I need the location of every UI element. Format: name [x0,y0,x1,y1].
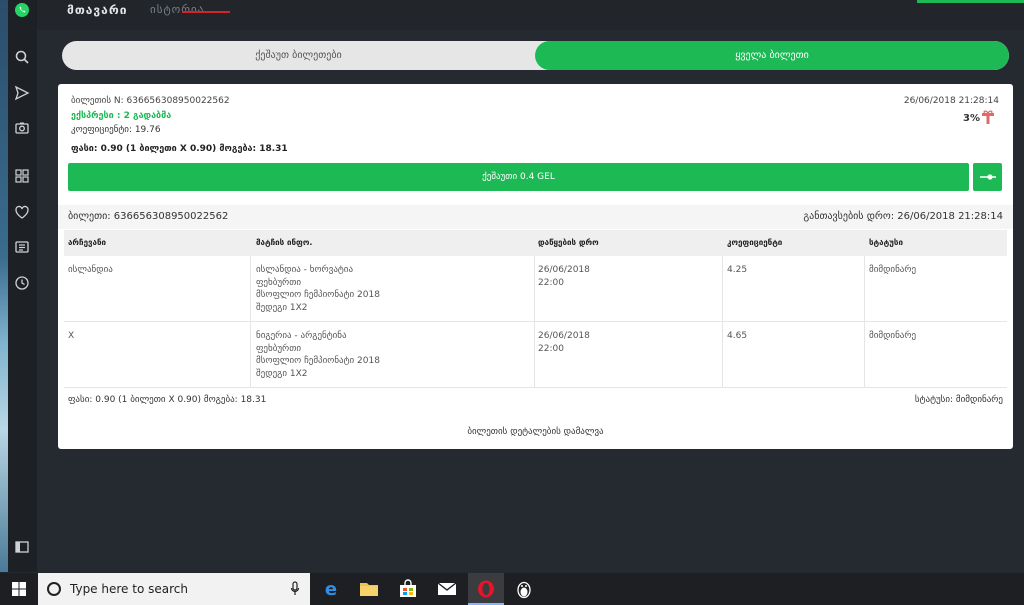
store-icon[interactable] [396,577,420,601]
hide-details-link[interactable]: ბილეთის დეტალების დამალვა [58,427,1013,437]
tab-history-underline [182,11,230,13]
match-tournament: მსოფლიო ჩემპიონატი 2018 [256,356,380,366]
start-hour: 22:00 [538,343,564,354]
match-sport: ფეხბურთი [256,343,302,354]
details-ticket-id: ბილეთი: 636656308950022562 [68,211,229,222]
cortana-icon [47,582,61,596]
camera-icon[interactable] [13,119,31,137]
all-tickets-tab[interactable]: ყველა ბილეთი [535,41,1009,70]
match-sport: ფეხბურთი [256,277,302,288]
price-line: ფასი: 0.90 (1 ბილეთი X 0.90) მოგება: 18.… [71,144,288,154]
tab-history[interactable]: ისტორია [150,3,204,16]
header-accent-line [917,0,1024,3]
ticket-details-header: ბილეთი: 636656308950022562 განთავსების დ… [58,205,1013,229]
column-divider [722,256,723,322]
whatsapp-icon[interactable] [13,1,31,19]
slider-icon [979,174,996,180]
table-row: ისლანდია ისლანდია - ხორვატია ფეხბურთი მს… [64,256,1007,322]
ticket-number: ბილეთის N: 636656308950022562 [71,96,230,106]
column-divider [864,322,865,388]
column-header: კოეფიციენტი [727,238,783,247]
start-date: 26/06/2018 [538,265,590,275]
coefficient-label: კოეფიციენტი: 19.76 [71,125,161,135]
edge-icon[interactable]: e [319,577,343,601]
table-row: X ნიგერია - არგენტინა ფეხბურთი მსოფლიო ჩ… [64,322,1007,388]
taskbar: Type here to search e [0,573,1024,605]
column-divider [534,256,535,322]
status-cell: მიმდინარე [869,331,917,341]
mail-icon[interactable] [435,577,459,601]
column-divider [722,322,723,388]
start-button[interactable] [0,573,38,605]
choice-cell: X [68,331,75,341]
match-info-cell: ნიგერია - არგენტინა ფეხბურთი მსოფლიო ჩემ… [256,330,380,380]
search-icon[interactable] [13,48,31,66]
gift-icon [982,110,994,124]
coefficient-cell: 4.65 [727,331,748,341]
desktop-wallpaper-strip [0,0,8,572]
start-time-cell: 26/06/2018 22:00 [538,264,590,289]
svg-text:e: e [325,579,337,599]
file-explorer-icon[interactable] [357,577,381,601]
history-icon[interactable] [13,274,31,292]
news-icon[interactable] [13,238,31,256]
start-hour: 22:00 [538,277,564,288]
browser-sidebar [8,0,37,572]
ticket-date: 26/06/2018 21:28:14 [903,96,999,106]
search-placeholder: Type here to search [70,582,188,596]
column-divider [864,256,865,322]
heart-icon[interactable] [13,203,31,221]
match-market: შედეგი 1X2 [256,368,308,379]
footer-price: ფასი: 0.90 (1 ბილეთი X 0.90) მოგება: 18.… [68,395,267,405]
status-cell: მიმდინარე [869,265,917,275]
app-header: მთავარი ისტორია [37,0,1024,30]
match-info-cell: ისლანდია - ხორვატია ფეხბურთი მსოფლიო ჩემ… [256,264,380,314]
start-date: 26/06/2018 [538,331,590,341]
column-header: მატჩის ინფო. [256,238,313,247]
cashout-button[interactable]: ქეშაუთი 0.4 GEL [68,163,969,191]
match-tournament: მსოფლიო ჩემპიონატი 2018 [256,290,380,300]
windows-icon [12,582,26,596]
footer-status: სტატუსი: მიმდინარე [914,395,1003,405]
match-market: შედეგი 1X2 [256,302,308,313]
opera-icon[interactable] [474,577,498,601]
cashout-slider-button[interactable] [973,163,1002,191]
bets-table: არჩევანი მატჩის ინფო. დაწყების დრო კოეფი… [64,230,1007,388]
column-divider [534,322,535,388]
column-divider [250,322,251,388]
column-divider [250,256,251,322]
column-header: არჩევანი [68,238,106,247]
grid-icon[interactable] [13,167,31,185]
bonus-percent: 3% [963,113,980,124]
tab-main[interactable]: მთავარი [67,3,127,17]
sidebar-toggle-icon[interactable] [13,538,31,556]
cashout-tickets-tab[interactable]: ქეშაუთ ბილეთები [62,41,535,70]
app-icon[interactable] [512,577,536,601]
match-teams: ნიგერია - არგენტინა [256,331,347,341]
column-header: დაწყების დრო [538,238,599,247]
coefficient-cell: 4.25 [727,265,748,275]
ticket-card: ბილეთის N: 636656308950022562 26/06/2018… [58,84,1013,449]
details-register-time: განთავსების დრო: 26/06/2018 21:28:14 [803,211,1003,222]
choice-cell: ისლანდია [68,265,113,275]
taskbar-search[interactable]: Type here to search [38,573,310,605]
start-time-cell: 26/06/2018 22:00 [538,330,590,355]
microphone-icon[interactable] [290,581,300,597]
send-icon[interactable] [13,84,31,102]
ticket-filter-toggle: ქეშაუთ ბილეთები ყველა ბილეთი [62,41,1009,70]
match-teams: ისლანდია - ხორვატია [256,265,354,275]
table-header: არჩევანი მატჩის ინფო. დაწყების დრო კოეფი… [64,230,1007,256]
column-header: სტატუსი [869,238,903,247]
express-label: ექსპრესი : 2 გადაბმა [71,111,172,121]
